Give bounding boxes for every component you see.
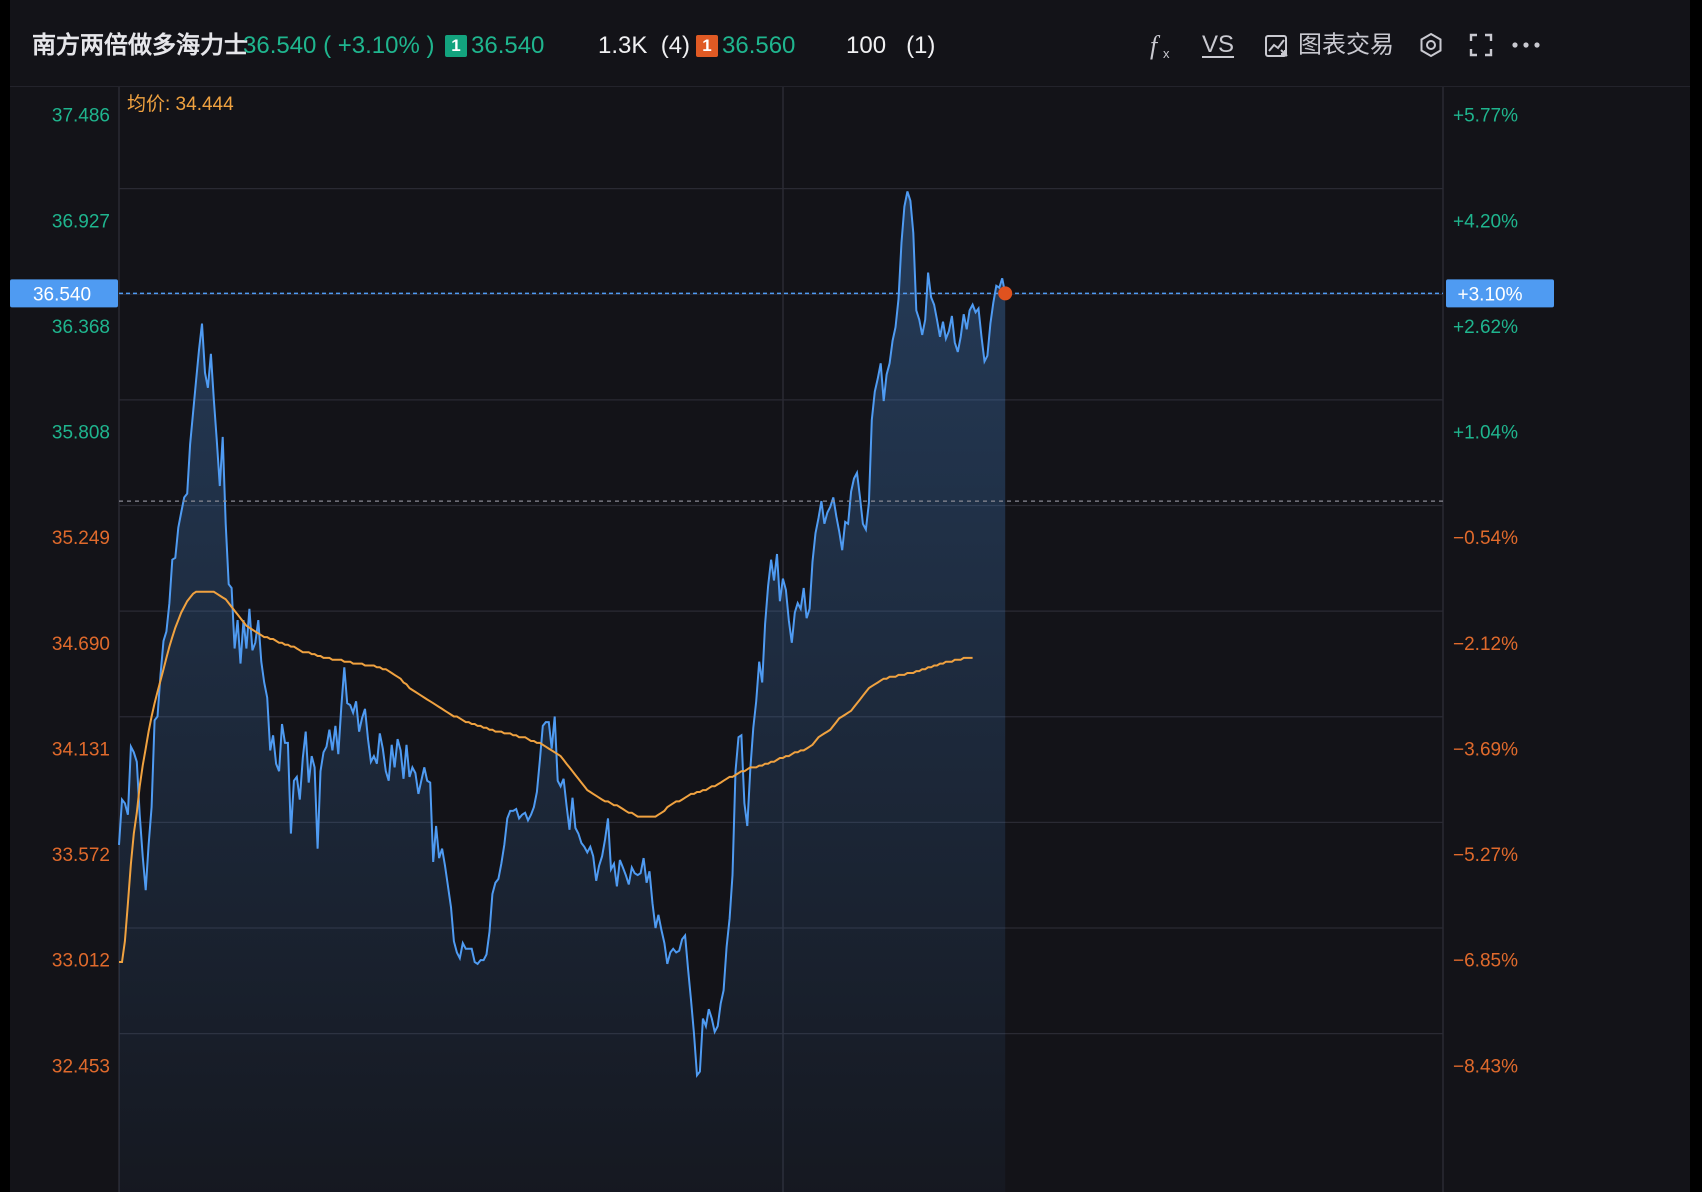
percent-tick-label: −8.43% <box>1453 1056 1518 1077</box>
percent-axis: +5.77% +4.20% +2.62% +1.04% −0.54% −2.12% −3.6… <box>1453 106 1518 1078</box>
price-tick-label: 35.249 <box>52 528 110 549</box>
fx-icon[interactable]: fx <box>1148 28 1176 62</box>
bid-level-badge: 1 <box>445 35 467 57</box>
price-tick-label: 33.012 <box>52 951 110 972</box>
fullscreen-icon[interactable] <box>1468 32 1494 58</box>
more-icon[interactable] <box>1510 32 1542 58</box>
price-tick-label: 36.368 <box>52 317 110 338</box>
ask-volume: 100 <box>846 32 887 59</box>
percent-tick-label: +1.04% <box>1453 423 1518 444</box>
instrument-title: 南方两倍做多海力士 <box>32 32 248 59</box>
price-tick-label: 35.808 <box>52 423 110 444</box>
compare-button[interactable]: VS <box>1202 28 1234 62</box>
ask-price: 36.560 <box>722 32 796 59</box>
percent-tick-label: −6.85% <box>1453 951 1518 972</box>
percent-tick-label: −3.69% <box>1453 739 1518 760</box>
ask-orders: (1) <box>906 32 936 59</box>
price-tick-label: 37.486 <box>52 106 110 127</box>
ask-volume-group: 100 (1) <box>846 32 935 60</box>
chart-trade-label: 图表交易 <box>1298 31 1394 59</box>
price-axis: 37.486 36.927 36.368 35.808 35.249 34.690 34.1… <box>52 106 110 1078</box>
price-area-fill <box>119 191 1006 1192</box>
last-price-change: 36.540 ( +3.10% ) <box>243 32 435 59</box>
bid-orders: (4) <box>660 32 691 59</box>
price-tick-label: 32.453 <box>52 1056 110 1077</box>
ask-quote: 1 36.560 <box>696 32 795 60</box>
average-price-label: 均价: 34.444 <box>127 93 234 115</box>
price-tick-label: 33.572 <box>52 845 110 866</box>
quote-header: 南方两倍做多海力士 36.540 ( +3.10% ) 1 36.540 1.3K… <box>10 0 1690 87</box>
current-price-tag: 36.540 <box>10 279 118 308</box>
svg-text:x: x <box>1163 46 1170 61</box>
svg-text:f: f <box>1150 31 1161 60</box>
intraday-chart[interactable]: 37.486 36.927 36.368 35.808 35.249 34.690 34.1… <box>10 87 1690 1192</box>
chart-trade-icon <box>1264 33 1290 59</box>
price-tick-label: 34.690 <box>52 634 110 655</box>
last-price-dot <box>998 286 1013 301</box>
current-change-tag: +3.10% <box>1446 279 1554 308</box>
bid-price: 36.540 <box>471 32 545 59</box>
price-tick-label: 34.131 <box>52 739 110 760</box>
percent-tick-label: +4.20% <box>1453 211 1518 232</box>
percent-tick-label: −2.12% <box>1453 634 1518 655</box>
price-tick-label: 36.927 <box>52 211 110 232</box>
chart-window: 南方两倍做多海力士 36.540 ( +3.10% ) 1 36.540 1.3K… <box>10 0 1690 1192</box>
bid-quote: 1 36.540 <box>445 32 544 60</box>
ask-level-badge: 1 <box>696 35 718 57</box>
current-change-tag-text: +3.10% <box>1458 284 1523 305</box>
gear-icon[interactable] <box>1418 32 1444 58</box>
percent-tick-label: +5.77% <box>1453 106 1518 127</box>
percent-tick-label: −5.27% <box>1453 845 1518 866</box>
percent-tick-label: +2.62% <box>1453 317 1518 338</box>
bid-volume: 1.3K <box>598 32 648 59</box>
chart-trade-button[interactable]: 图表交易 <box>1264 28 1394 63</box>
current-price-tag-text: 36.540 <box>33 284 91 305</box>
bid-volume-group: 1.3K (4) <box>598 32 690 60</box>
percent-tick-label: −0.54% <box>1453 528 1518 549</box>
